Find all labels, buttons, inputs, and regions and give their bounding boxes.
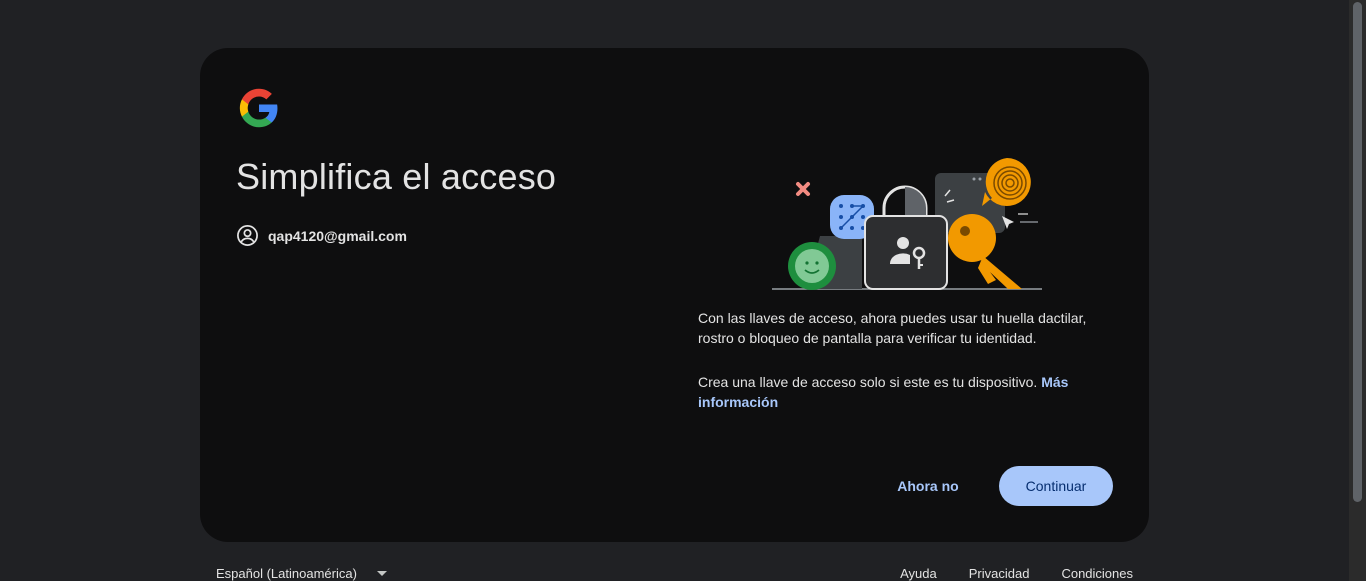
fingerprint-icon: [982, 158, 1031, 206]
privacy-link[interactable]: Privacidad: [969, 566, 1030, 581]
notice-text: Crea una llave de acceso solo si este es…: [698, 374, 1042, 390]
google-logo-icon: [239, 88, 278, 128]
terms-link[interactable]: Condiciones: [1061, 566, 1133, 581]
scrollbar-thumb[interactable]: [1353, 2, 1362, 502]
description-text: Con las llaves de acceso, ahora puedes u…: [698, 310, 1087, 346]
description-block: Con las llaves de acceso, ahora puedes u…: [698, 308, 1118, 436]
page-title: Simplifica el acceso: [236, 156, 557, 197]
footer-links: Ayuda Privacidad Condiciones: [868, 566, 1133, 581]
notice-paragraph: Crea una llave de acceso solo si este es…: [698, 372, 1118, 412]
page-scrollbar[interactable]: [1349, 0, 1366, 581]
help-link[interactable]: Ayuda: [900, 566, 937, 581]
face-icon: [788, 242, 836, 290]
language-label: Español (Latinoamérica): [216, 566, 357, 581]
key-icon: [948, 214, 1022, 289]
language-selector[interactable]: Español (Latinoamérica): [216, 566, 387, 581]
passkey-illustration: [772, 158, 1042, 290]
caret-down-icon: [376, 571, 387, 576]
account-chip: qap4120@gmail.com: [236, 224, 407, 247]
continue-button[interactable]: Continuar: [999, 466, 1113, 506]
padlock-icon: [864, 215, 948, 290]
account-circle-icon: [237, 225, 258, 246]
not-now-button[interactable]: Ahora no: [878, 466, 978, 506]
passkey-card: Simplifica el acceso qap4120@gmail.com C…: [200, 48, 1149, 542]
sparkle-icon: [796, 182, 810, 196]
account-email: qap4120@gmail.com: [268, 227, 407, 244]
